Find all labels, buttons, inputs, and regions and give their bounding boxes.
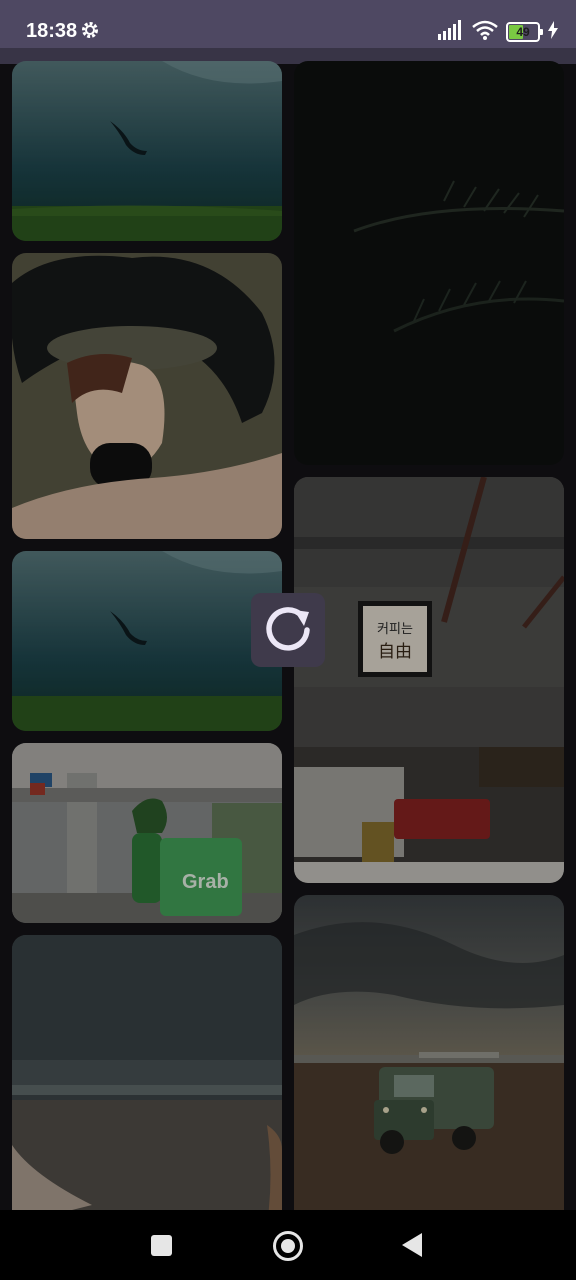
beach-photo[interactable] (12, 935, 282, 1210)
status-time: 18:38 (26, 20, 78, 42)
delivery-rider-photo[interactable]: Grab (12, 743, 282, 923)
status-icons: 49 (438, 19, 558, 45)
wifi-icon (472, 20, 498, 45)
home-button[interactable] (273, 1231, 303, 1261)
underwater-diver-photo-2[interactable] (12, 551, 282, 731)
refresh-icon (262, 602, 314, 659)
dark-pine-branch-photo[interactable] (294, 61, 564, 465)
cafe-sign-line2: 自由 (378, 642, 412, 662)
gear-icon (80, 20, 100, 45)
recents-button[interactable] (151, 1235, 172, 1256)
back-button[interactable] (402, 1233, 422, 1257)
woman-hat-painting-photo[interactable] (12, 253, 282, 539)
vintage-jeep-photo[interactable] (294, 895, 564, 1210)
cafe-interior-photo[interactable]: 커피는 自由 (294, 477, 564, 883)
battery-level: 49 (516, 25, 530, 39)
underwater-diver-photo[interactable] (12, 61, 282, 241)
cafe-sign-line1: 커피는 (377, 622, 413, 637)
charging-icon (548, 20, 558, 44)
signal-icon (438, 19, 464, 45)
refresh-button[interactable] (251, 593, 325, 667)
battery-icon: 49 (506, 22, 543, 42)
delivery-box-text: Grab (182, 871, 229, 893)
navigation-bar (0, 1210, 576, 1280)
